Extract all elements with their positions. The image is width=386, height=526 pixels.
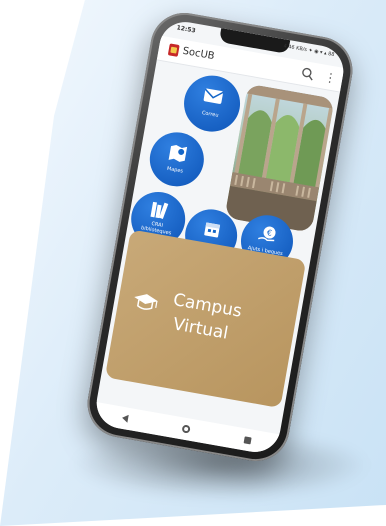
map-icon <box>150 140 206 167</box>
tile-correu[interactable]: Correu <box>179 71 245 137</box>
more-options-icon[interactable]: ⋮ <box>323 70 337 86</box>
app-title: SocUB <box>181 45 216 63</box>
campus-virtual-card[interactable]: Campus Virtual <box>104 229 307 409</box>
home-icon[interactable] <box>181 424 191 434</box>
status-time: 12:53 <box>176 24 197 35</box>
status-indicators: 4.46 KB/s ✦ ◉ ▾ ▴ 88 <box>282 43 335 59</box>
campus-cloister-photo <box>224 83 335 233</box>
graduation-cap-icon <box>134 294 158 310</box>
recent-apps-icon[interactable] <box>243 435 252 444</box>
tile-label: Correu <box>201 110 219 119</box>
tile-mapes[interactable]: Mapes <box>145 128 209 191</box>
cloister-arches-image <box>224 83 335 233</box>
back-icon[interactable] <box>120 413 129 423</box>
mail-icon <box>184 84 242 108</box>
search-icon[interactable] <box>300 66 316 82</box>
euro-hand-icon: € <box>241 221 295 248</box>
university-logo-icon <box>167 43 180 57</box>
campus-title-line2: Virtual <box>171 314 230 344</box>
calendar-icon <box>185 216 239 243</box>
